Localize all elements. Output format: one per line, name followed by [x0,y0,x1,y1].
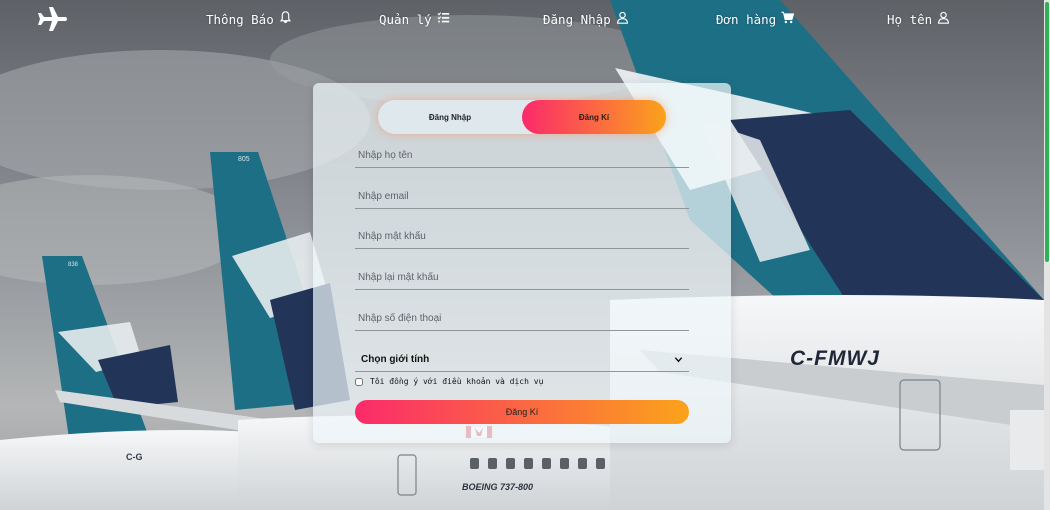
svg-text:805: 805 [238,156,250,163]
cart-icon [781,11,795,27]
list-check-icon [437,11,450,27]
user-icon [616,11,629,27]
svg-text:C-FMWJ: C-FMWJ [790,347,880,370]
register-submit-button[interactable]: Đăng Kí [355,400,689,424]
tab-register[interactable]: Đăng Kí [522,100,666,134]
nav-item-label: Họ tên [887,11,933,27]
bell-icon [279,11,292,27]
nav-item-login[interactable]: Đăng Nhập [543,11,629,27]
nav-item-notifications[interactable]: Thông Báo [206,11,292,27]
nav-item-profile[interactable]: Họ tên [887,11,950,27]
nav-item-label: Đơn hàng [716,11,777,27]
svg-text:838: 838 [68,262,79,268]
nav-item-orders[interactable]: Đơn hàng [716,11,795,27]
top-navigation: Thông Báo Quản lý Đăng Nhập Đơn hàng Họ … [0,0,1044,38]
terms-checkbox[interactable] [355,377,363,386]
password-field[interactable] [355,225,689,249]
nav-item-label: Quản lý [379,11,432,27]
user-icon [937,11,950,27]
confirm-password-field[interactable] [355,266,689,290]
scrollbar-thumb[interactable] [1045,2,1049,262]
svg-text:BOEING 737-800: BOEING 737-800 [462,482,533,492]
airplane-icon[interactable] [36,5,68,33]
tab-login[interactable]: Đăng Nhập [378,100,522,134]
phone-field[interactable] [355,307,689,331]
fullname-field[interactable] [355,144,689,168]
email-field[interactable] [355,185,689,209]
nav-item-label: Thông Báo [206,11,274,27]
gender-select-value: Chọn giới tính [361,354,430,365]
auth-tab-switcher: Đăng Nhập Đăng Kí [378,100,666,134]
svg-text:C-G: C-G [126,452,143,462]
terms-label: Tôi đồng ý với điều khoản và dịch vụ [370,377,544,386]
nav-item-management[interactable]: Quản lý [379,11,450,27]
terms-agreement: Tôi đồng ý với điều khoản và dịch vụ [355,377,543,386]
chevron-down-icon [674,351,683,369]
page-scrollbar[interactable] [1044,0,1050,510]
register-form-card: Đăng Nhập Đăng Kí Chọn giới tính Tôi đồn… [313,83,731,443]
gender-select[interactable]: Chọn giới tính [355,348,689,372]
nav-item-label: Đăng Nhập [543,11,611,27]
